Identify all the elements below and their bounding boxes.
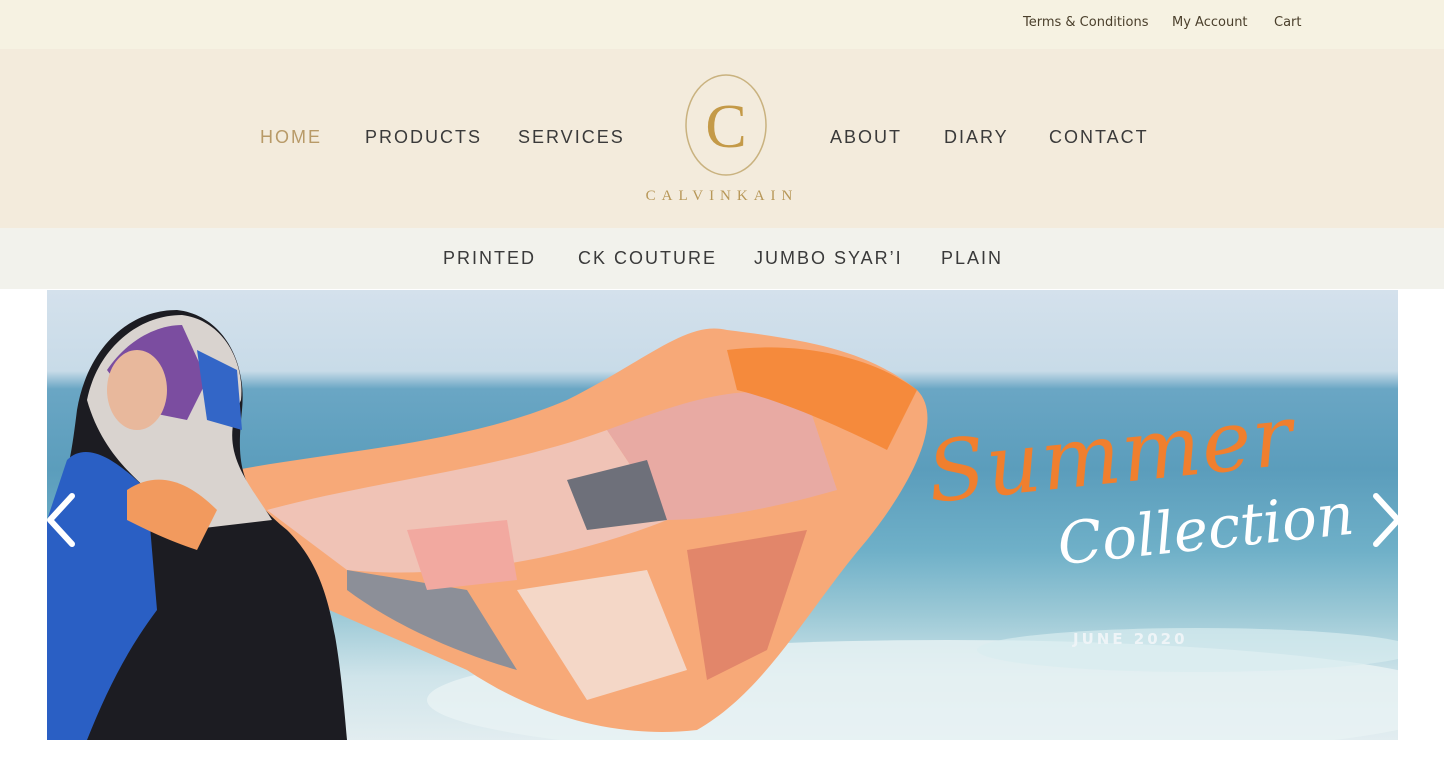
subnav-plain[interactable]: PLAIN <box>941 248 1003 269</box>
cart-link[interactable]: Cart <box>1274 15 1302 30</box>
hero-banner-slide[interactable]: Summer Collection JUNE 2020 <box>47 290 1398 740</box>
chevron-right-icon <box>1373 493 1401 547</box>
nav-products[interactable]: PRODUCTS <box>365 127 482 148</box>
nav-diary[interactable]: DIARY <box>944 127 1009 148</box>
nav-services[interactable]: SERVICES <box>518 127 625 148</box>
nav-contact[interactable]: CONTACT <box>1049 127 1149 148</box>
slider-next-button[interactable] <box>1370 490 1406 550</box>
terms-conditions-link[interactable]: Terms & Conditions <box>1023 15 1149 30</box>
logo-letter: C <box>705 93 746 161</box>
top-utility-bar: Terms & Conditions My Account Cart <box>0 0 1444 49</box>
category-subnav: PRINTED CK COUTURE JUMBO SYAR’I PLAIN <box>0 228 1444 289</box>
logo-wordmark: CALVINKAIN <box>645 188 799 204</box>
my-account-link[interactable]: My Account <box>1172 15 1248 30</box>
main-header: HOME PRODUCTS SERVICES C CALVINKAIN ABOU… <box>0 49 1444 228</box>
hero-date: JUNE 2020 <box>1073 630 1188 648</box>
subnav-ck-couture[interactable]: CK COUTURE <box>578 248 717 269</box>
slider-prev-button[interactable] <box>42 490 78 550</box>
subnav-jumbo-syari[interactable]: JUMBO SYAR’I <box>754 248 903 269</box>
nav-home[interactable]: HOME <box>260 127 322 148</box>
chevron-left-icon <box>47 493 75 547</box>
logo-emblem-icon: C <box>685 74 767 176</box>
brand-logo[interactable]: C CALVINKAIN <box>640 73 810 205</box>
nav-about[interactable]: ABOUT <box>830 127 902 148</box>
subnav-printed[interactable]: PRINTED <box>443 248 536 269</box>
